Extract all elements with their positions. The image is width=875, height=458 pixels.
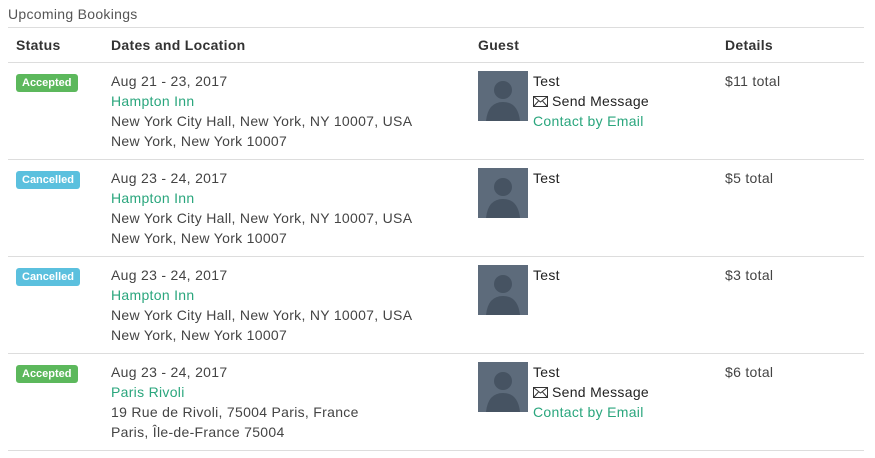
details-cell: $5 total: [717, 159, 864, 257]
guest-cell: Test Send Message Contact by Email: [470, 62, 717, 160]
guest-cell: Test Send Message Contact by Email: [470, 353, 717, 451]
venue-link[interactable]: Hampton Inn: [111, 188, 470, 208]
booking-total: $6 total: [725, 364, 774, 380]
status-badge: Cancelled: [16, 268, 80, 286]
address-line-2: New York, New York 10007: [111, 133, 288, 149]
upcoming-bookings-panel: Upcoming Bookings Status Dates and Locat…: [0, 0, 875, 458]
booking-dates: Aug 21 - 23, 2017: [111, 73, 228, 89]
default-user-avatar-icon: [478, 71, 528, 121]
header-dates: Dates and Location: [103, 28, 470, 63]
venue-link[interactable]: Hampton Inn: [111, 285, 470, 305]
status-cell: Cancelled: [8, 159, 103, 257]
booking-row: Accepted Aug 23 - 24, 2017 Paris Rivoli …: [8, 353, 864, 451]
details-cell: $11 total: [717, 62, 864, 160]
guest-name: Test: [533, 73, 560, 89]
booking-dates: Aug 23 - 24, 2017: [111, 364, 228, 380]
dates-cell: Aug 23 - 24, 2017 Hampton Inn New York C…: [103, 256, 470, 354]
header-status: Status: [8, 28, 103, 63]
details-cell: $6 total: [717, 353, 864, 451]
venue-link[interactable]: Hampton Inn: [111, 91, 470, 111]
address-line-2: New York, New York 10007: [111, 327, 288, 343]
status-badge: Accepted: [16, 365, 78, 383]
send-message-link[interactable]: Send Message: [533, 91, 649, 111]
guest-cell: Test: [470, 159, 717, 257]
send-message-label: Send Message: [552, 93, 649, 109]
booking-total: $11 total: [725, 73, 781, 89]
booking-dates: Aug 23 - 24, 2017: [111, 170, 228, 186]
status-badge: Cancelled: [16, 171, 80, 189]
status-badge: Accepted: [16, 74, 78, 92]
contact-by-email-link[interactable]: Contact by Email: [533, 111, 649, 131]
envelope-icon: [533, 383, 548, 398]
booking-dates: Aug 23 - 24, 2017: [111, 267, 228, 283]
dates-cell: Aug 21 - 23, 2017 Hampton Inn New York C…: [103, 62, 470, 160]
details-cell: $3 total: [717, 256, 864, 354]
status-cell: Cancelled: [8, 256, 103, 354]
address-line-2: Paris, Île-de-France 75004: [111, 424, 285, 440]
header-details: Details: [717, 28, 864, 63]
address-line-2: New York, New York 10007: [111, 230, 288, 246]
guest-name: Test: [533, 267, 560, 283]
contact-by-email-link[interactable]: Contact by Email: [533, 402, 649, 422]
default-user-avatar-icon: [478, 168, 528, 218]
header-guest: Guest: [470, 28, 717, 63]
booking-total: $3 total: [725, 267, 774, 283]
envelope-icon: [533, 92, 548, 107]
status-cell: Accepted: [8, 353, 103, 451]
default-user-avatar-icon: [478, 362, 528, 412]
booking-row: Accepted Aug 21 - 23, 2017 Hampton Inn N…: [8, 62, 864, 160]
address-line-1: New York City Hall, New York, NY 10007, …: [111, 210, 413, 226]
dates-cell: Aug 23 - 24, 2017 Hampton Inn New York C…: [103, 159, 470, 257]
address-line-1: New York City Hall, New York, NY 10007, …: [111, 307, 413, 323]
booking-total: $5 total: [725, 170, 774, 186]
bookings-table: Status Dates and Location Guest Details …: [8, 28, 864, 451]
booking-row: Cancelled Aug 23 - 24, 2017 Hampton Inn …: [8, 256, 864, 354]
guest-name: Test: [533, 364, 560, 380]
guest-name: Test: [533, 170, 560, 186]
table-header-row: Status Dates and Location Guest Details: [8, 28, 864, 63]
send-message-link[interactable]: Send Message: [533, 382, 649, 402]
venue-link[interactable]: Paris Rivoli: [111, 382, 470, 402]
address-line-1: 19 Rue de Rivoli, 75004 Paris, France: [111, 404, 359, 420]
guest-cell: Test: [470, 256, 717, 354]
status-cell: Accepted: [8, 62, 103, 160]
panel-title: Upcoming Bookings: [8, 6, 138, 22]
address-line-1: New York City Hall, New York, NY 10007, …: [111, 113, 413, 129]
send-message-label: Send Message: [552, 384, 649, 400]
booking-row: Cancelled Aug 23 - 24, 2017 Hampton Inn …: [8, 159, 864, 257]
default-user-avatar-icon: [478, 265, 528, 315]
dates-cell: Aug 23 - 24, 2017 Paris Rivoli 19 Rue de…: [103, 353, 470, 451]
